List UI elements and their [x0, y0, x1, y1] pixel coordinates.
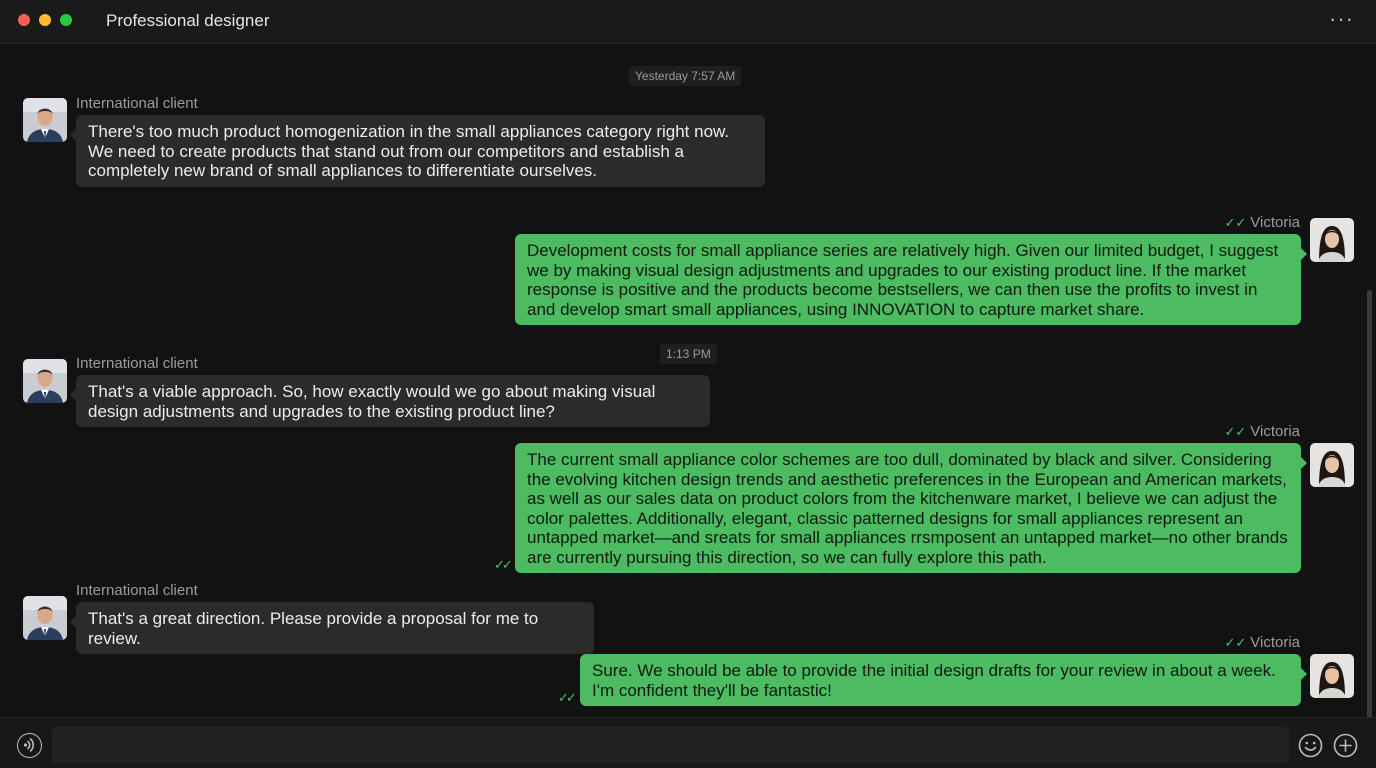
message-bubble-incoming[interactable]: That's a great direction. Please provide…	[70, 602, 594, 654]
chat-panel: Yesterday 7:57 AM International client T…	[0, 45, 1376, 760]
message-bubble-incoming[interactable]: There's too much product homogenization …	[70, 115, 765, 187]
checkmark-icon: ✓✓	[1224, 215, 1247, 230]
my-avatar[interactable]	[1310, 218, 1354, 262]
voice-icon[interactable]	[17, 733, 42, 758]
sender-name: International client	[76, 582, 198, 599]
sender-name: International client	[76, 95, 198, 112]
my-avatar[interactable]	[1310, 654, 1354, 698]
window-title: Professional designer	[106, 11, 270, 30]
my-avatar[interactable]	[1310, 443, 1354, 487]
more-icon[interactable]: ···	[1329, 8, 1354, 30]
title-bar: Professional designer ···	[0, 0, 1376, 44]
zoom-window-button[interactable]	[60, 14, 72, 26]
my-name: Victoria	[1250, 423, 1300, 440]
message-input[interactable]	[52, 727, 1289, 763]
checkmark-icon: ✓✓	[1224, 424, 1247, 439]
checkmark-icon: ✓✓	[1224, 635, 1247, 650]
timestamp: Yesterday 7:57 AM	[629, 66, 742, 86]
my-name: Victoria	[1250, 214, 1300, 231]
sender-name: International client	[76, 355, 198, 372]
client-avatar[interactable]	[23, 98, 67, 142]
timestamp: 1:13 PM	[660, 344, 717, 364]
my-name: Victoria	[1250, 634, 1300, 651]
emoji-icon[interactable]	[1298, 733, 1323, 758]
minimize-window-button[interactable]	[39, 14, 51, 26]
message-bubble-outgoing[interactable]: Sure. We should be able to provide the i…	[580, 654, 1307, 706]
plus-icon[interactable]	[1333, 733, 1358, 758]
client-avatar[interactable]	[23, 359, 67, 403]
my-name-label: ✓✓ Victoria	[1180, 214, 1300, 231]
client-avatar[interactable]	[23, 596, 67, 640]
close-window-button[interactable]	[18, 14, 30, 26]
read-receipt-icon: ✓✓	[558, 690, 577, 705]
message-bubble-outgoing[interactable]: Development costs for small appliance se…	[515, 234, 1307, 325]
my-name-label: ✓✓ Victoria	[1180, 634, 1300, 651]
scrollbar[interactable]	[1367, 290, 1372, 760]
message-bubble-incoming[interactable]: That's a viable approach. So, how exactl…	[70, 375, 710, 427]
my-name-label: ✓✓ Victoria	[1180, 423, 1300, 440]
read-receipt-icon: ✓✓	[494, 557, 513, 572]
message-bubble-outgoing[interactable]: The current small appliance color scheme…	[515, 443, 1307, 573]
composer-bar	[0, 717, 1376, 768]
